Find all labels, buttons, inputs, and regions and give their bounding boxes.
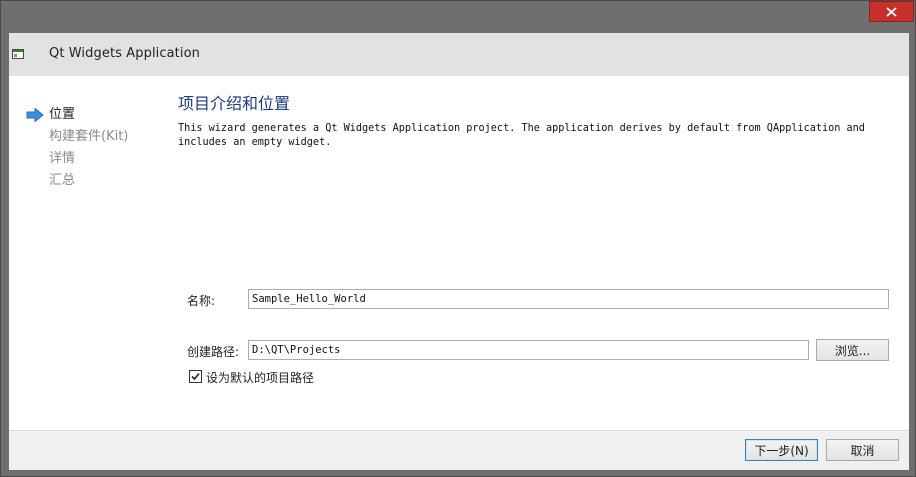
step-summary: 汇总 bbox=[23, 170, 173, 192]
next-button[interactable]: 下一步(N) bbox=[745, 439, 818, 461]
window-title: Qt Widgets Application bbox=[49, 46, 200, 61]
current-step-arrow-icon bbox=[26, 108, 44, 122]
close-button[interactable] bbox=[869, 1, 914, 22]
description-line: This wizard generates a Qt Widgets Appli… bbox=[178, 123, 865, 134]
wizard-content: 位置 构建套件(Kit) 详情 汇总 项目介绍和位置 This wizard g… bbox=[9, 76, 909, 430]
step-list: 位置 构建套件(Kit) 详情 汇总 bbox=[23, 104, 173, 192]
page-title: 项目介绍和位置 bbox=[178, 94, 291, 113]
name-input[interactable]: Sample_Hello_World bbox=[248, 289, 889, 309]
wizard-header: Qt Widgets Application bbox=[9, 33, 909, 76]
wizard-footer: 下一步(N) 取消 bbox=[9, 430, 909, 470]
default-path-checkbox[interactable] bbox=[189, 370, 202, 383]
path-input[interactable]: D:\QT\Projects bbox=[248, 340, 809, 360]
name-label: 名称: bbox=[187, 294, 216, 308]
step-location: 位置 bbox=[23, 104, 173, 126]
step-details: 详情 bbox=[23, 148, 173, 170]
step-label: 汇总 bbox=[49, 173, 76, 188]
cancel-button[interactable]: 取消 bbox=[826, 439, 899, 461]
step-label: 详情 bbox=[49, 151, 76, 166]
step-label: 构建套件(Kit) bbox=[49, 129, 129, 144]
checkmark-icon bbox=[191, 372, 200, 381]
close-icon bbox=[886, 6, 897, 17]
path-label: 创建路径: bbox=[187, 345, 240, 359]
description-line: includes an empty widget. bbox=[178, 137, 332, 148]
wizard-window: Qt Widgets Application 位置 构建套件(Kit) 详情 汇… bbox=[0, 0, 916, 477]
browse-button[interactable]: 浏览... bbox=[816, 339, 889, 361]
app-icon bbox=[12, 49, 24, 59]
default-path-label[interactable]: 设为默认的项目路径 bbox=[206, 369, 314, 386]
title-bar[interactable] bbox=[1, 1, 915, 29]
step-kits: 构建套件(Kit) bbox=[23, 126, 173, 148]
page-description: This wizard generates a Qt Widgets Appli… bbox=[178, 122, 878, 150]
step-label: 位置 bbox=[49, 107, 76, 122]
